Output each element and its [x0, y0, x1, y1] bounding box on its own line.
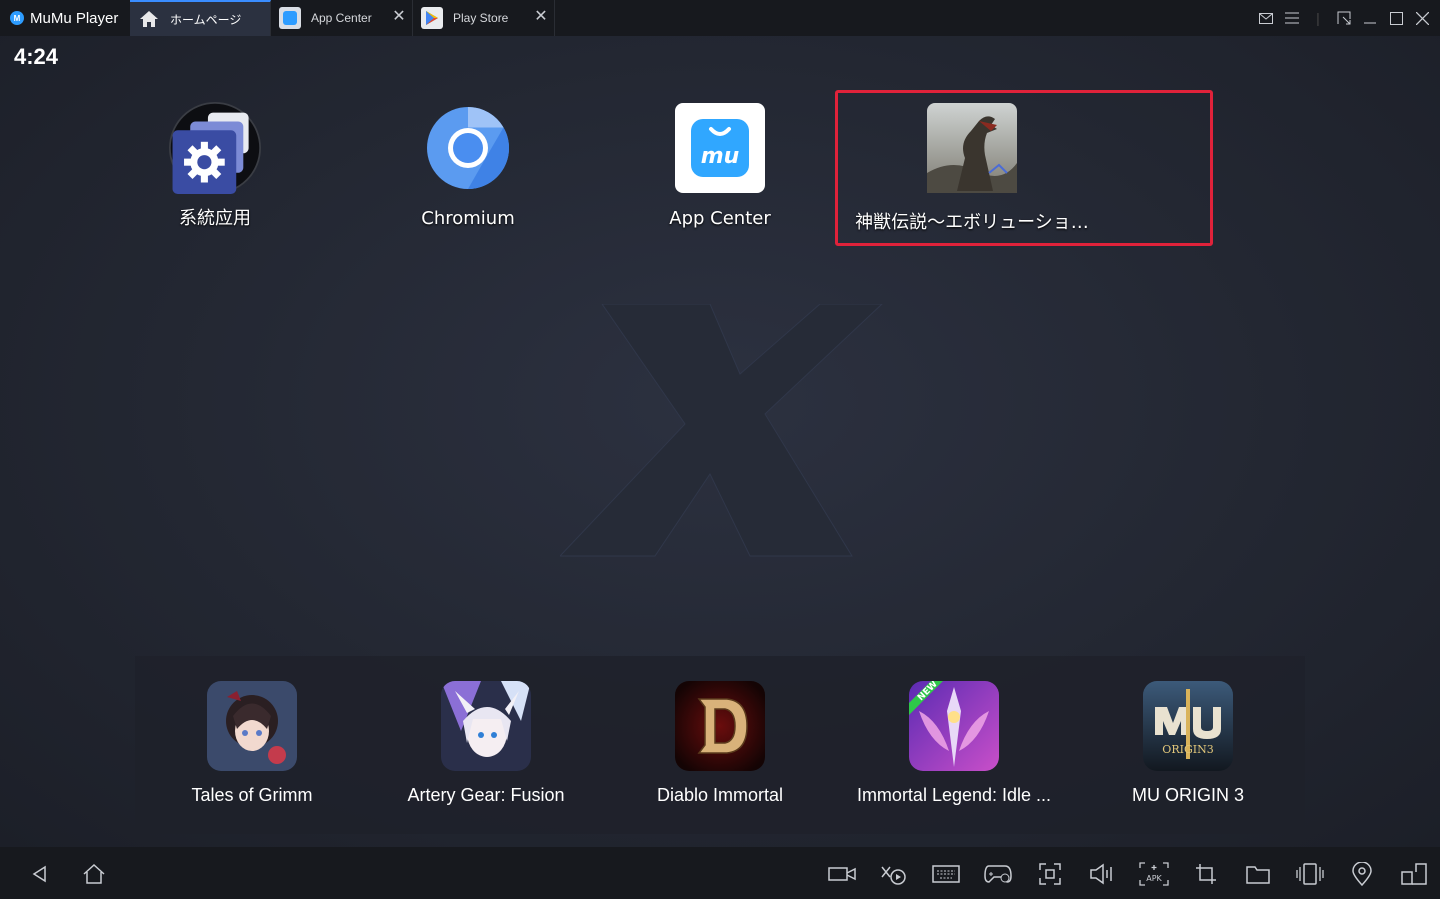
dock-app-tales-of-grimm[interactable]: Tales of Grimm — [135, 681, 369, 806]
video-record-icon[interactable] — [827, 859, 857, 889]
title-bar: M MuMu Player ホームページ App Center ✕ Play S… — [0, 0, 1440, 36]
separator: | — [1316, 10, 1320, 26]
mumu-logo-icon: M — [10, 11, 24, 25]
tales-of-grimm-icon — [207, 681, 297, 771]
keyboard-icon[interactable] — [931, 859, 961, 889]
chromium-icon — [422, 102, 514, 194]
app-app-center[interactable]: mu App Center — [595, 102, 845, 229]
dock-app-diablo-immortal[interactable]: Diablo Immortal — [603, 681, 837, 806]
app-label: Chromium — [421, 208, 515, 229]
home-icon[interactable] — [79, 859, 109, 889]
highlight-box — [835, 90, 1213, 246]
volume-icon[interactable] — [1087, 859, 1117, 889]
dock-app-label: Tales of Grimm — [191, 785, 313, 805]
dock-app-label: MU ORIGIN 3 — [1131, 785, 1244, 805]
gamepad-icon[interactable] — [983, 859, 1013, 889]
clock: 4:24 — [14, 44, 59, 69]
close-window-icon[interactable] — [1412, 8, 1432, 28]
close-icon[interactable]: ✕ — [532, 8, 550, 26]
tab-homepage[interactable]: ホームページ — [130, 0, 271, 36]
app-name: MuMu Player — [30, 9, 119, 27]
macro-icon[interactable] — [879, 859, 909, 889]
diablo-immortal-icon — [675, 681, 765, 771]
dock-app-artery-gear[interactable]: Artery Gear: Fusion — [369, 681, 603, 806]
app-center-icon: mu — [674, 102, 766, 194]
resize-icon[interactable] — [1334, 8, 1354, 28]
settings-icon — [169, 102, 261, 194]
bottom-toolbar: APK — [0, 847, 1440, 899]
recommended-games-dock: Tales of Grimm Artery Gear: Fusion Diabl… — [135, 656, 1305, 834]
apk-install-icon[interactable]: APK — [1139, 859, 1169, 889]
back-icon[interactable] — [25, 859, 55, 889]
shake-icon[interactable] — [1295, 859, 1325, 889]
dock-app-label: Immortal Legend: Idle ... — [856, 785, 1052, 805]
svg-text:APK: APK — [1146, 874, 1162, 883]
dock-app-label: Artery Gear: Fusion — [407, 785, 565, 805]
dock-app-mu-origin[interactable]: ORIGIN3 MU ORIGIN 3 — [1071, 681, 1305, 806]
app-chromium[interactable]: Chromium — [343, 102, 593, 229]
app-center-icon — [279, 7, 301, 29]
window-controls: | — [1256, 0, 1432, 36]
mail-icon[interactable] — [1256, 8, 1276, 28]
minimize-icon[interactable] — [1360, 8, 1380, 28]
app-label: App Center — [669, 208, 771, 229]
app-system-settings[interactable]: 系統应用 — [90, 102, 340, 230]
multi-window-icon[interactable] — [1399, 859, 1429, 889]
tab-app-center[interactable]: App Center ✕ — [271, 0, 413, 36]
artery-gear-icon — [441, 681, 531, 771]
tab-label: App Center — [311, 11, 372, 25]
play-store-icon — [421, 7, 443, 29]
app-label: 系統应用 — [179, 208, 251, 229]
svg-text:mu: mu — [701, 144, 740, 169]
tab-play-store[interactable]: Play Store ✕ — [413, 0, 555, 36]
dock-app-label: Diablo Immortal — [656, 785, 784, 805]
app-brand: M MuMu Player — [0, 0, 130, 36]
svg-text:ORIGIN3: ORIGIN3 — [1162, 743, 1213, 756]
dock-app-immortal-legend[interactable]: NEW Immortal Legend: Idle ... — [837, 681, 1071, 806]
screenshot-icon[interactable] — [1035, 859, 1065, 889]
wallpaper-x-logo — [560, 304, 883, 557]
immortal-legend-icon: NEW — [909, 681, 999, 771]
mu-origin-icon: ORIGIN3 — [1143, 681, 1233, 771]
emulator-screen: 4:24 系統应用 Chromium mu App Center 神獣伝説～エボ… — [0, 36, 1440, 847]
folder-icon[interactable] — [1243, 859, 1273, 889]
menu-icon[interactable] — [1282, 8, 1302, 28]
home-icon — [138, 8, 160, 30]
close-icon[interactable]: ✕ — [390, 8, 408, 26]
maximize-icon[interactable] — [1386, 8, 1406, 28]
crop-icon[interactable] — [1191, 859, 1221, 889]
tab-label: Play Store — [453, 11, 509, 25]
tab-label: ホームページ — [170, 12, 242, 27]
location-icon[interactable] — [1347, 859, 1377, 889]
